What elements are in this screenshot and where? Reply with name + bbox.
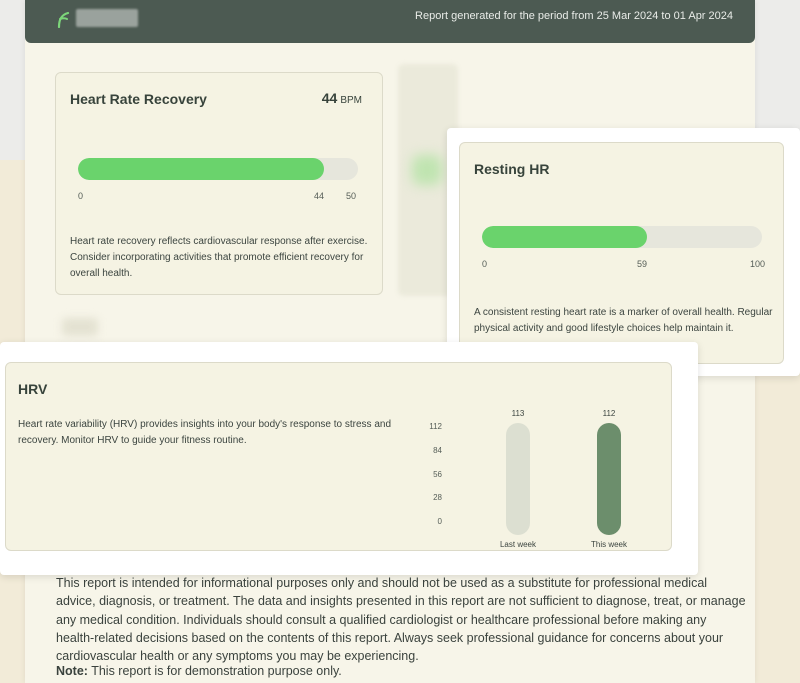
report-period: Report generated for the period from 25 … [415,10,733,22]
metric-number: 44 [321,90,338,106]
tick-current: 44 [314,191,325,201]
tick-max: 50 [346,191,357,201]
bar-category-label: Last week [499,540,537,549]
y-tick-label: 112 [429,422,442,431]
blurred-element [62,318,98,336]
blurred-indicator [412,155,442,185]
bar-category-label: This week [590,540,627,549]
hrv-popout: HRV Heart rate variability (HRV) provide… [0,342,698,575]
bar-value-label: 113 [511,409,525,418]
progress-track [78,158,358,180]
card-description: Heart rate variability (HRV) provides in… [18,419,392,446]
note-line: Note: This report is for demonstration p… [56,664,342,678]
card-title: HRV [18,381,48,397]
tick-min: 0 [78,191,84,201]
hrv-card: HRV Heart rate variability (HRV) provide… [5,362,672,551]
card-title: Heart Rate Recovery [70,91,207,107]
tick-min: 0 [482,259,488,269]
tick-max: 100 [750,259,766,269]
y-tick-label: 28 [433,493,442,503]
note-label: Note: [56,664,88,678]
y-tick-label: 56 [433,469,442,479]
card-description: A consistent resting heart rate is a mar… [474,307,773,334]
leaf-icon [57,11,70,28]
redacted-brand-name [76,9,138,27]
y-tick-label: 84 [433,445,442,455]
heart-rate-recovery-card: Heart Rate Recovery 44 BPM 0 44 50 Heart … [55,72,383,295]
note-text: This report is for demonstration purpose… [87,664,342,678]
tick-current: 59 [637,259,648,269]
card-title: Resting HR [474,161,550,177]
metric-value: 44 BPM [322,90,362,106]
progress-fill [78,158,325,180]
hrv-bar-this-week [597,423,621,535]
bar-value-label: 112 [602,409,616,418]
resting-hr-popout: Resting HR 0 59 100 A consistent resting… [447,128,800,376]
progress-fill [482,226,648,248]
y-tick-label: 0 [437,517,442,526]
report-header: Report generated for the period from 25 … [25,0,755,43]
metric-unit: BPM [340,95,362,106]
hrv-bar-last-week [506,423,530,535]
disclaimer-text: This report is intended for informationa… [56,576,746,664]
progress-track [482,226,762,248]
card-description: Heart rate recovery reflects cardiovascu… [70,236,368,279]
resting-hr-card: Resting HR 0 59 100 A consistent resting… [459,142,784,364]
